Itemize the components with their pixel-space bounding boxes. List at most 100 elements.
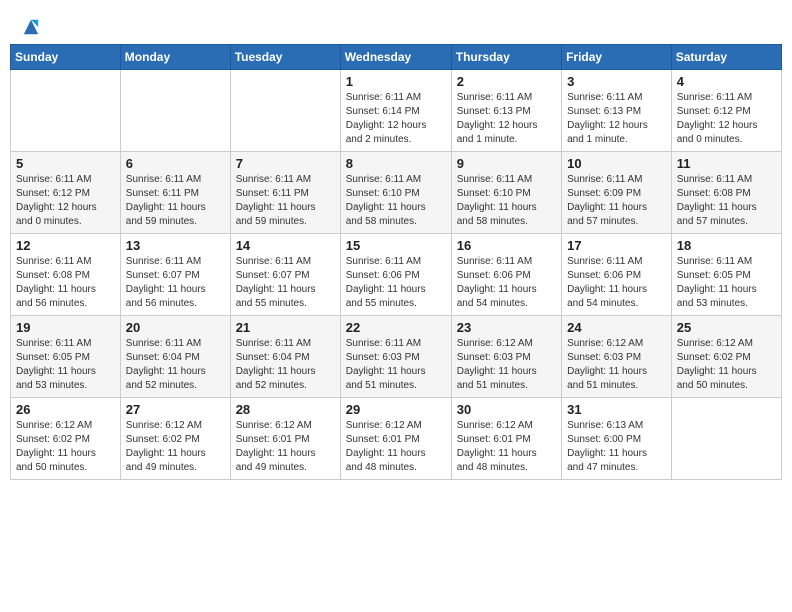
calendar-day-cell: 18 Sunrise: 6:11 AM Sunset: 6:05 PM Dayli… bbox=[671, 234, 781, 316]
day-number: 29 bbox=[346, 402, 446, 417]
calendar-day-cell: 13Sunrise: 6:11 AM Sunset: 6:07 PM Dayli… bbox=[120, 234, 230, 316]
calendar-day-cell: 3 Sunrise: 6:11 AM Sunset: 6:13 PM Daylig… bbox=[562, 70, 672, 152]
page-header bbox=[10, 10, 782, 36]
day-info: Sunrise: 6:11 AM Sunset: 6:14 PM Dayligh… bbox=[346, 91, 446, 147]
calendar-day-cell: 22Sunrise: 6:11 AM Sunset: 6:03 PM Dayli… bbox=[340, 316, 451, 398]
day-number: 12 bbox=[16, 238, 115, 253]
day-number: 15 bbox=[346, 238, 446, 253]
day-number: 22 bbox=[346, 320, 446, 335]
calendar-day-cell: 19 Sunrise: 6:11 AM Sunset: 6:05 PM Dayli… bbox=[11, 316, 121, 398]
day-number: 20 bbox=[126, 320, 225, 335]
calendar-day-cell: 12 Sunrise: 6:11 AM Sunset: 6:08 PM Dayli… bbox=[11, 234, 121, 316]
day-number: 10 bbox=[567, 156, 666, 171]
day-info: Sunrise: 6:11 AM Sunset: 6:11 PM Dayligh… bbox=[236, 173, 335, 229]
day-number: 31 bbox=[567, 402, 666, 417]
day-info: Sunrise: 6:11 AM Sunset: 6:12 PM Dayligh… bbox=[677, 91, 776, 147]
day-info: Sunrise: 6:12 AM Sunset: 6:02 PM Dayligh… bbox=[16, 419, 115, 475]
calendar-day-cell: 29Sunrise: 6:12 AM Sunset: 6:01 PM Dayli… bbox=[340, 398, 451, 480]
day-info: Sunrise: 6:11 AM Sunset: 6:08 PM Dayligh… bbox=[16, 255, 115, 311]
calendar-week-row: 26Sunrise: 6:12 AM Sunset: 6:02 PM Dayli… bbox=[11, 398, 782, 480]
day-number: 18 bbox=[677, 238, 776, 253]
day-info: Sunrise: 6:12 AM Sunset: 6:01 PM Dayligh… bbox=[457, 419, 556, 475]
day-number: 3 bbox=[567, 74, 666, 89]
day-number: 24 bbox=[567, 320, 666, 335]
calendar-day-cell: 16 Sunrise: 6:11 AM Sunset: 6:06 PM Dayli… bbox=[451, 234, 561, 316]
day-info: Sunrise: 6:11 AM Sunset: 6:06 PM Dayligh… bbox=[346, 255, 446, 311]
weekday-header: Friday bbox=[562, 45, 672, 70]
weekday-header: Thursday bbox=[451, 45, 561, 70]
day-info: Sunrise: 6:11 AM Sunset: 6:05 PM Dayligh… bbox=[677, 255, 776, 311]
calendar-week-row: 1 Sunrise: 6:11 AM Sunset: 6:14 PM Daylig… bbox=[11, 70, 782, 152]
day-info: Sunrise: 6:12 AM Sunset: 6:03 PM Dayligh… bbox=[457, 337, 556, 393]
calendar-week-row: 12 Sunrise: 6:11 AM Sunset: 6:08 PM Dayli… bbox=[11, 234, 782, 316]
day-info: Sunrise: 6:11 AM Sunset: 6:07 PM Dayligh… bbox=[236, 255, 335, 311]
calendar-day-cell: 27Sunrise: 6:12 AM Sunset: 6:02 PM Dayli… bbox=[120, 398, 230, 480]
day-number: 4 bbox=[677, 74, 776, 89]
weekday-header: Wednesday bbox=[340, 45, 451, 70]
calendar-day-cell: 14 Sunrise: 6:11 AM Sunset: 6:07 PM Dayli… bbox=[230, 234, 340, 316]
calendar-day-cell: 30 Sunrise: 6:12 AM Sunset: 6:01 PM Dayli… bbox=[451, 398, 561, 480]
calendar-day-cell: 8 Sunrise: 6:11 AM Sunset: 6:10 PM Daylig… bbox=[340, 152, 451, 234]
calendar-day-cell: 25 Sunrise: 6:12 AM Sunset: 6:02 PM Dayli… bbox=[671, 316, 781, 398]
day-number: 8 bbox=[346, 156, 446, 171]
day-number: 14 bbox=[236, 238, 335, 253]
calendar-day-cell: 24 Sunrise: 6:12 AM Sunset: 6:03 PM Dayli… bbox=[562, 316, 672, 398]
calendar-day-cell: 2Sunrise: 6:11 AM Sunset: 6:13 PM Daylig… bbox=[451, 70, 561, 152]
calendar-day-cell: 6 Sunrise: 6:11 AM Sunset: 6:11 PM Daylig… bbox=[120, 152, 230, 234]
calendar-week-row: 19 Sunrise: 6:11 AM Sunset: 6:05 PM Dayli… bbox=[11, 316, 782, 398]
calendar-day-cell: 10 Sunrise: 6:11 AM Sunset: 6:09 PM Dayli… bbox=[562, 152, 672, 234]
calendar-day-cell: 21Sunrise: 6:11 AM Sunset: 6:04 PM Dayli… bbox=[230, 316, 340, 398]
logo-icon bbox=[22, 18, 40, 36]
day-info: Sunrise: 6:11 AM Sunset: 6:05 PM Dayligh… bbox=[16, 337, 115, 393]
day-number: 30 bbox=[457, 402, 556, 417]
day-info: Sunrise: 6:11 AM Sunset: 6:10 PM Dayligh… bbox=[346, 173, 446, 229]
calendar-table: SundayMondayTuesdayWednesdayThursdayFrid… bbox=[10, 44, 782, 480]
day-number: 25 bbox=[677, 320, 776, 335]
calendar-day-cell: 23 Sunrise: 6:12 AM Sunset: 6:03 PM Dayli… bbox=[451, 316, 561, 398]
calendar-empty-cell bbox=[671, 398, 781, 480]
day-info: Sunrise: 6:11 AM Sunset: 6:11 PM Dayligh… bbox=[126, 173, 225, 229]
day-info: Sunrise: 6:11 AM Sunset: 6:07 PM Dayligh… bbox=[126, 255, 225, 311]
day-info: Sunrise: 6:11 AM Sunset: 6:06 PM Dayligh… bbox=[567, 255, 666, 311]
day-info: Sunrise: 6:12 AM Sunset: 6:03 PM Dayligh… bbox=[567, 337, 666, 393]
day-number: 21 bbox=[236, 320, 335, 335]
day-info: Sunrise: 6:11 AM Sunset: 6:06 PM Dayligh… bbox=[457, 255, 556, 311]
calendar-day-cell: 11 Sunrise: 6:11 AM Sunset: 6:08 PM Dayli… bbox=[671, 152, 781, 234]
day-number: 1 bbox=[346, 74, 446, 89]
calendar-header-row: SundayMondayTuesdayWednesdayThursdayFrid… bbox=[11, 45, 782, 70]
logo bbox=[20, 18, 40, 36]
day-number: 16 bbox=[457, 238, 556, 253]
day-info: Sunrise: 6:11 AM Sunset: 6:10 PM Dayligh… bbox=[457, 173, 556, 229]
day-info: Sunrise: 6:11 AM Sunset: 6:08 PM Dayligh… bbox=[677, 173, 776, 229]
day-number: 28 bbox=[236, 402, 335, 417]
weekday-header: Saturday bbox=[671, 45, 781, 70]
day-number: 9 bbox=[457, 156, 556, 171]
calendar-day-cell: 26Sunrise: 6:12 AM Sunset: 6:02 PM Dayli… bbox=[11, 398, 121, 480]
day-number: 23 bbox=[457, 320, 556, 335]
day-info: Sunrise: 6:11 AM Sunset: 6:04 PM Dayligh… bbox=[126, 337, 225, 393]
day-info: Sunrise: 6:12 AM Sunset: 6:02 PM Dayligh… bbox=[677, 337, 776, 393]
calendar-day-cell: 31Sunrise: 6:13 AM Sunset: 6:00 PM Dayli… bbox=[562, 398, 672, 480]
day-number: 5 bbox=[16, 156, 115, 171]
day-number: 19 bbox=[16, 320, 115, 335]
day-number: 7 bbox=[236, 156, 335, 171]
calendar-empty-cell bbox=[11, 70, 121, 152]
calendar-day-cell: 1 Sunrise: 6:11 AM Sunset: 6:14 PM Daylig… bbox=[340, 70, 451, 152]
calendar-day-cell: 20 Sunrise: 6:11 AM Sunset: 6:04 PM Dayli… bbox=[120, 316, 230, 398]
weekday-header: Tuesday bbox=[230, 45, 340, 70]
day-number: 27 bbox=[126, 402, 225, 417]
day-info: Sunrise: 6:11 AM Sunset: 6:12 PM Dayligh… bbox=[16, 173, 115, 229]
day-info: Sunrise: 6:11 AM Sunset: 6:13 PM Dayligh… bbox=[567, 91, 666, 147]
calendar-day-cell: 7 Sunrise: 6:11 AM Sunset: 6:11 PM Daylig… bbox=[230, 152, 340, 234]
day-number: 2 bbox=[457, 74, 556, 89]
day-number: 17 bbox=[567, 238, 666, 253]
calendar-day-cell: 5 Sunrise: 6:11 AM Sunset: 6:12 PM Daylig… bbox=[11, 152, 121, 234]
day-info: Sunrise: 6:11 AM Sunset: 6:09 PM Dayligh… bbox=[567, 173, 666, 229]
calendar-day-cell: 9 Sunrise: 6:11 AM Sunset: 6:10 PM Daylig… bbox=[451, 152, 561, 234]
calendar-day-cell: 28Sunrise: 6:12 AM Sunset: 6:01 PM Dayli… bbox=[230, 398, 340, 480]
day-number: 6 bbox=[126, 156, 225, 171]
calendar-day-cell: 17 Sunrise: 6:11 AM Sunset: 6:06 PM Dayli… bbox=[562, 234, 672, 316]
day-number: 11 bbox=[677, 156, 776, 171]
weekday-header: Sunday bbox=[11, 45, 121, 70]
calendar-day-cell: 4 Sunrise: 6:11 AM Sunset: 6:12 PM Daylig… bbox=[671, 70, 781, 152]
